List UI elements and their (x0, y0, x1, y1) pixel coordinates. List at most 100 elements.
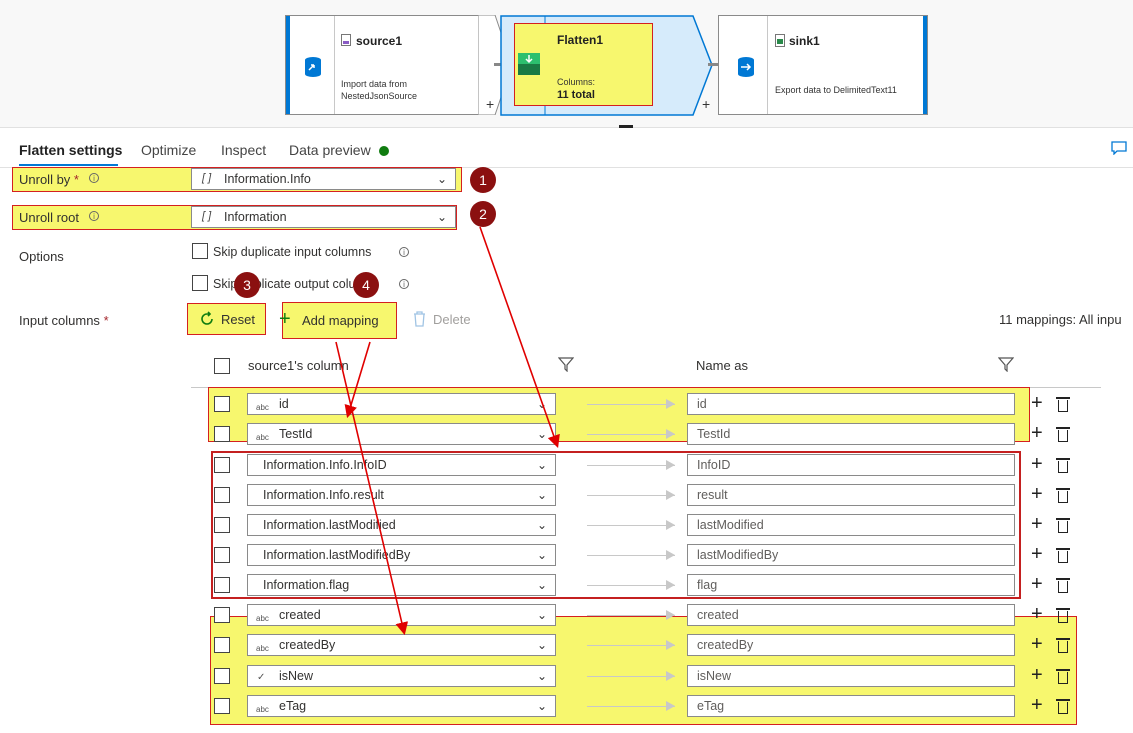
delete-button[interactable]: Delete (433, 312, 471, 327)
row-checkbox[interactable] (214, 547, 230, 563)
sink-icon-column (723, 16, 768, 114)
row-checkbox[interactable] (214, 698, 230, 714)
database-icon (738, 57, 754, 77)
boolean-type-icon: ✓ (257, 672, 266, 683)
sink-node[interactable]: sink1 Export data to DelimitedText11 (718, 15, 928, 115)
tab-inspect[interactable]: Inspect (221, 142, 266, 158)
source-column-select[interactable]: Information.flag ⌄ (247, 574, 556, 596)
add-row-icon[interactable]: + (1031, 393, 1043, 413)
info-icon[interactable]: i (399, 247, 409, 257)
add-after-source-button[interactable]: + (486, 96, 494, 112)
name-as-input[interactable]: eTag (687, 695, 1015, 717)
flatten-icon (518, 53, 540, 75)
row-checkbox[interactable] (214, 517, 230, 533)
row-checkbox[interactable] (214, 668, 230, 684)
flatten-columns-label: Columns: (557, 77, 596, 87)
row-checkbox[interactable] (214, 637, 230, 653)
unroll-by-select[interactable]: [ ] Information.Info ⌄ (191, 168, 456, 190)
row-checkbox[interactable] (214, 457, 230, 473)
status-dot-icon (379, 146, 389, 156)
source-column-value: Information.Info.InfoID (263, 458, 387, 472)
info-icon[interactable]: i (399, 279, 409, 289)
source-node[interactable]: source1 Import data from NestedJsonSourc… (285, 15, 495, 115)
row-checkbox[interactable] (214, 607, 230, 623)
info-icon[interactable]: i (89, 211, 99, 221)
feedback-icon[interactable] (1111, 141, 1127, 155)
add-row-icon[interactable]: + (1031, 484, 1043, 504)
mapping-arrow-icon (666, 640, 675, 650)
source-column-select[interactable]: ✓ isNew ⌄ (247, 665, 556, 687)
source-column-value: createdBy (279, 638, 336, 652)
row-checkbox[interactable] (214, 396, 230, 412)
trash-icon[interactable] (1056, 427, 1070, 442)
name-as-input[interactable]: flag (687, 574, 1015, 596)
tab-flatten-settings[interactable]: Flatten settings (19, 142, 122, 158)
unroll-root-value: Information (224, 210, 287, 224)
trash-icon[interactable] (1056, 548, 1070, 563)
sink-title: sink1 (789, 34, 820, 48)
reset-button[interactable]: Reset (187, 303, 266, 335)
database-icon (305, 57, 321, 77)
trash-icon[interactable] (1056, 638, 1070, 653)
name-as-input[interactable]: TestId (687, 423, 1015, 445)
canvas-resize-handle[interactable] (619, 125, 633, 128)
name-as-input[interactable]: createdBy (687, 634, 1015, 656)
source-column-select[interactable]: Information.Info.InfoID ⌄ (247, 454, 556, 476)
trash-icon[interactable] (1056, 578, 1070, 593)
source-column-select[interactable]: Information.Info.result ⌄ (247, 484, 556, 506)
row-checkbox[interactable] (214, 487, 230, 503)
name-as-input[interactable]: lastModifiedBy (687, 544, 1015, 566)
string-type-icon: abc (256, 614, 269, 623)
name-as-input[interactable]: result (687, 484, 1015, 506)
add-mapping-button[interactable]: + Add mapping (279, 302, 397, 339)
name-as-input[interactable]: id (687, 393, 1015, 415)
name-as-input[interactable]: isNew (687, 665, 1015, 687)
source-column-value: created (279, 608, 321, 622)
add-row-icon[interactable]: + (1031, 665, 1043, 685)
add-row-icon[interactable]: + (1031, 514, 1043, 534)
flatten-title: Flatten1 (557, 33, 604, 47)
trash-icon[interactable] (1056, 458, 1070, 473)
name-as-input[interactable]: InfoID (687, 454, 1015, 476)
add-row-icon[interactable]: + (1031, 423, 1043, 443)
row-checkbox[interactable] (214, 426, 230, 442)
add-row-icon[interactable]: + (1031, 454, 1043, 474)
trash-icon[interactable] (1056, 699, 1070, 714)
add-row-icon[interactable]: + (1031, 604, 1043, 624)
mapping-arrow-icon (666, 399, 675, 409)
source-column-select[interactable]: abc id ⌄ (247, 393, 556, 415)
source-column-select[interactable]: abc eTag ⌄ (247, 695, 556, 717)
info-icon[interactable]: i (89, 173, 99, 183)
tab-optimize[interactable]: Optimize (141, 142, 196, 158)
source-column-value: Information.lastModified (263, 518, 396, 532)
source-column-select[interactable]: abc created ⌄ (247, 604, 556, 626)
array-icon: [ ] (202, 172, 212, 184)
trash-icon[interactable] (1056, 608, 1070, 623)
filter-icon[interactable] (998, 357, 1014, 372)
select-all-checkbox[interactable] (214, 358, 230, 374)
trash-icon[interactable] (1056, 518, 1070, 533)
add-row-icon[interactable]: + (1031, 574, 1043, 594)
tab-data-preview[interactable]: Data preview (289, 142, 371, 158)
skip-duplicate-output-checkbox[interactable] (192, 275, 208, 291)
string-type-icon: abc (256, 433, 269, 442)
unroll-root-select[interactable]: [ ] Information ⌄ (191, 206, 456, 228)
trash-icon[interactable] (1056, 397, 1070, 412)
skip-duplicate-input-checkbox[interactable] (192, 243, 208, 259)
mapping-arrow-icon (666, 550, 675, 560)
add-row-icon[interactable]: + (1031, 634, 1043, 654)
trash-icon[interactable] (1056, 669, 1070, 684)
filter-icon[interactable] (558, 357, 574, 372)
source-column-select[interactable]: Information.lastModified ⌄ (247, 514, 556, 536)
name-as-input[interactable]: created (687, 604, 1015, 626)
trash-icon[interactable] (1056, 488, 1070, 503)
source-column-select[interactable]: Information.lastModifiedBy ⌄ (247, 544, 556, 566)
string-type-icon: abc (256, 403, 269, 412)
add-row-icon[interactable]: + (1031, 695, 1043, 715)
add-after-flatten-button[interactable]: + (702, 96, 710, 112)
row-checkbox[interactable] (214, 577, 230, 593)
source-column-select[interactable]: abc createdBy ⌄ (247, 634, 556, 656)
add-row-icon[interactable]: + (1031, 544, 1043, 564)
name-as-input[interactable]: lastModified (687, 514, 1015, 536)
source-column-select[interactable]: abc TestId ⌄ (247, 423, 556, 445)
